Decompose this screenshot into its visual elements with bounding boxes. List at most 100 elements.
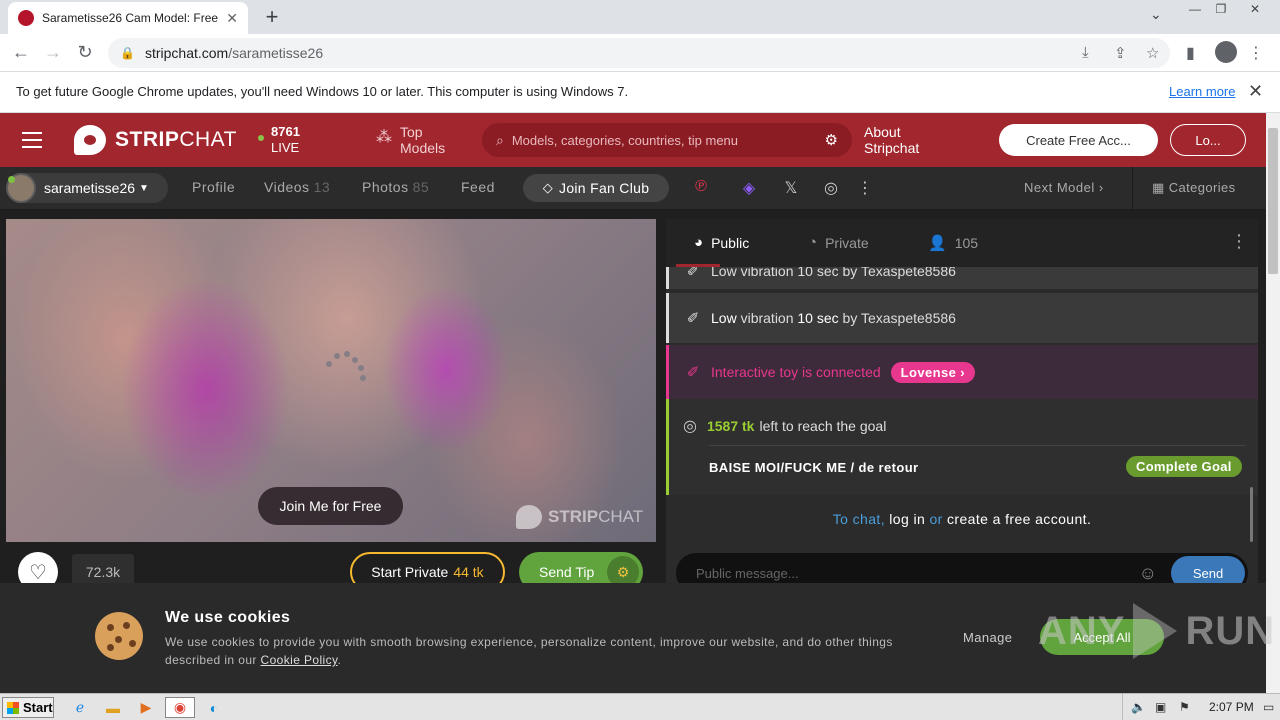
tab-videos[interactable]: Videos 13 — [264, 179, 330, 195]
chat-message: ✐ Low vibration 10 sec by Texaspete8586 — [666, 267, 1258, 289]
share-icon[interactable]: ⇪ — [1114, 44, 1127, 62]
join-fan-club-button[interactable]: ◇ Join Fan Club — [523, 174, 669, 202]
top-models-link[interactable]: ⁂ Top Models — [376, 124, 445, 156]
emoji-icon[interactable]: ☺ — [1139, 563, 1157, 584]
lock-icon[interactable]: 🔒 — [120, 46, 135, 60]
tip-goal: ◎ 1587 tk left to reach the goal BAISE M… — [666, 399, 1258, 495]
site-header: STRIPCHAT 8761 LIVE ⁂ Top Models ⌕ Models… — [0, 113, 1266, 167]
tab-search-chevron-icon[interactable]: ⌄ — [1150, 6, 1162, 23]
chat-message: ✐ Low vibration 10 sec by Texaspete8586 — [666, 293, 1258, 343]
start-button[interactable]: Start — [2, 697, 54, 718]
hamburger-menu-icon[interactable] — [22, 132, 42, 148]
user-icon: 👤 — [928, 235, 947, 252]
create-account-link[interactable]: create a free account. — [947, 511, 1091, 527]
more-dots-icon[interactable]: ⋮ — [855, 178, 875, 198]
volume-icon[interactable]: 🔈 — [1131, 700, 1146, 714]
side-panel-icon[interactable]: ▮ — [1186, 43, 1195, 63]
top-models-icon: ⁂ — [376, 129, 392, 146]
search-input[interactable]: ⌕ Models, categories, countries, tip men… — [482, 123, 852, 157]
chevron-down-icon: ▼ — [139, 182, 149, 194]
chrome-taskbar-icon[interactable]: ◉ — [165, 697, 195, 718]
back-icon[interactable]: ← — [10, 42, 32, 63]
browser-toolbar: ← → ↻ 🔒 stripchat.com/sarametisse26 ⤓ ⇪ … — [0, 34, 1280, 72]
pinterest-style-icon[interactable]: ℗ — [691, 178, 711, 196]
close-tab-icon[interactable]: ✕ — [226, 10, 238, 27]
windows-flag-icon — [7, 701, 19, 714]
x-social-icon[interactable]: 𝕏 — [781, 178, 801, 198]
restore-window-icon[interactable]: ❐ — [1208, 0, 1234, 20]
action-center-flag-icon[interactable]: ⚑ — [1179, 700, 1190, 714]
categories-link[interactable]: ▦ Categories — [1152, 180, 1236, 196]
close-window-icon[interactable]: ✕ — [1242, 0, 1268, 20]
file-explorer-icon[interactable]: ▬ — [101, 697, 125, 718]
learn-more-link[interactable]: Learn more — [1169, 84, 1235, 99]
network-icon[interactable]: ▣ — [1155, 700, 1166, 714]
grid-icon: ▦ — [1152, 180, 1165, 195]
lovense-badge[interactable]: Lovense › — [890, 361, 975, 383]
minimize-window-icon[interactable]: — — [1182, 0, 1208, 20]
install-app-icon[interactable]: ⤓ — [1082, 44, 1089, 61]
stripchat-watermark: STRIP CHAT — [516, 505, 643, 529]
chat-bubble-icon: ◕ — [694, 234, 704, 251]
log-in-link[interactable]: log in — [889, 511, 925, 527]
live-dot-icon — [258, 135, 264, 141]
login-button[interactable]: Lo... — [1170, 124, 1246, 156]
cookie-policy-link[interactable]: Cookie Policy — [261, 653, 338, 667]
instagram-icon[interactable]: ◎ — [821, 178, 841, 198]
video-player[interactable]: Join Me for Free STRIP CHAT — [6, 219, 656, 542]
search-filter-icon[interactable]: ⚙ — [825, 131, 838, 149]
join-for-free-button[interactable]: Join Me for Free — [258, 487, 403, 525]
tab-viewers[interactable]: 👤 105 — [928, 234, 978, 252]
goal-target-icon: ◎ — [683, 418, 697, 435]
reload-icon[interactable]: ↻ — [74, 42, 96, 63]
browser-tab-strip: Sarametisse26 Cam Model: Free Live ✕ + ⌄… — [0, 0, 1280, 34]
profile-avatar-icon[interactable] — [1215, 41, 1237, 63]
edge-icon[interactable]: ◐ — [202, 697, 226, 718]
address-bar[interactable]: 🔒 stripchat.com/sarametisse26 — [108, 38, 1170, 68]
media-player-icon[interactable]: ▶ — [134, 697, 158, 718]
chat-menu-icon[interactable]: ⋮ — [1230, 231, 1248, 252]
anyrun-watermark: ANY RUN — [1038, 603, 1275, 659]
tab-feed[interactable]: Feed — [461, 179, 495, 195]
cookie-icon — [95, 612, 143, 660]
model-selector[interactable]: sarametisse26 ▼ — [6, 173, 168, 203]
browser-tab-title: Sarametisse26 Cam Model: Free Live — [42, 11, 220, 25]
chrome-menu-icon[interactable]: ⋮ — [1248, 43, 1264, 63]
tab-private-chat[interactable]: ◔ Private — [808, 234, 869, 251]
clock: 2:07 PM — [1209, 700, 1254, 714]
chat-login-prompt: To chat, log in or create a free account… — [832, 511, 1092, 527]
loading-spinner-icon — [320, 347, 370, 387]
complete-goal-button[interactable]: Complete Goal — [1126, 456, 1242, 477]
close-infobar-icon[interactable]: ✕ — [1248, 81, 1263, 102]
vibration-icon: ✐ — [686, 310, 700, 327]
forward-icon[interactable]: → — [42, 42, 64, 63]
browser-tab-active[interactable]: Sarametisse26 Cam Model: Free Live ✕ — [8, 2, 248, 34]
create-account-button[interactable]: Create Free Acc... — [999, 124, 1158, 156]
tab-profile[interactable]: Profile — [192, 179, 235, 195]
heart-icon: ♡ — [29, 561, 47, 584]
bookmark-star-icon[interactable]: ☆ — [1146, 44, 1159, 62]
live-counter: 8761 LIVE — [258, 124, 300, 156]
tab-public-chat[interactable]: ◕ Public — [694, 234, 749, 251]
model-subnav: sarametisse26 ▼ Profile Videos 13 Photos 8… — [0, 167, 1266, 210]
private-chat-icon: ◔ — [808, 234, 818, 251]
purple-link-icon[interactable]: ◈ — [739, 178, 759, 198]
cookie-title: We use cookies — [165, 609, 291, 626]
manage-cookies-button[interactable]: Manage — [963, 630, 1012, 645]
watermark-logo-icon — [516, 505, 542, 529]
chat-scrollbar[interactable] — [1250, 487, 1253, 542]
url-text: stripchat.com/sarametisse26 — [144, 45, 324, 61]
diamond-icon: ◇ — [542, 180, 554, 195]
windows-taskbar: Start ℯ ▬ ▶ ◉ ◐ 🔈 ▣ ⚑ 2:07 PM ▭ — [0, 693, 1280, 720]
show-desktop-icon[interactable]: ▭ — [1263, 700, 1274, 714]
new-tab-icon[interactable]: + — [260, 4, 284, 30]
page-scrollbar-thumb[interactable] — [1268, 128, 1278, 274]
update-infobar: To get future Google Chrome updates, you… — [0, 72, 1280, 113]
tab-photos[interactable]: Photos 85 — [362, 179, 429, 195]
vibration-icon: ✐ — [686, 267, 700, 280]
internet-explorer-icon[interactable]: ℯ — [68, 697, 92, 718]
next-model-link[interactable]: Next Model › — [1024, 180, 1104, 195]
about-stripchat-link[interactable]: About Stripchat — [864, 124, 919, 156]
stripchat-logo[interactable]: STRIPCHAT — [74, 125, 237, 155]
toy-connected-message: ✐ Interactive toy is connected Lovense › — [666, 345, 1258, 399]
